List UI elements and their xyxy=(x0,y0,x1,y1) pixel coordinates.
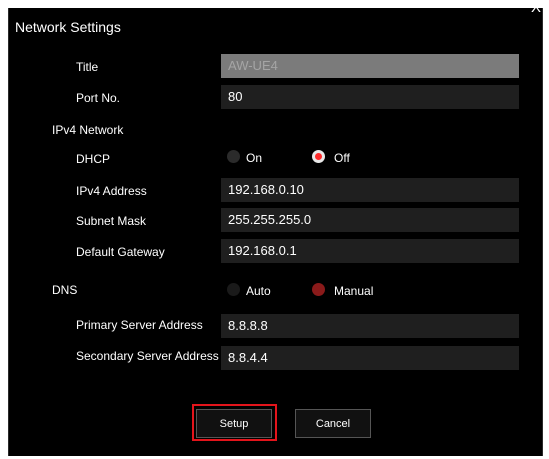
secondary-server-field[interactable]: 8.8.4.4 xyxy=(221,346,519,370)
dhcp-off-label: Off xyxy=(334,151,350,165)
dialog-title: Network Settings xyxy=(15,19,121,35)
setup-button[interactable]: Setup xyxy=(196,409,272,438)
dns-auto-label: Auto xyxy=(246,284,271,298)
dhcp-on-label: On xyxy=(246,151,263,165)
dns-manual-label: Manual xyxy=(334,284,374,298)
cancel-button[interactable]: Cancel xyxy=(295,409,371,438)
ipv4-address-field[interactable]: 192.168.0.10 xyxy=(221,178,519,202)
dns-auto-radio[interactable] xyxy=(227,283,240,296)
primary-server-field[interactable]: 8.8.8.8 xyxy=(221,314,519,338)
primary-server-label: Primary Server Address xyxy=(76,318,203,332)
port-label: Port No. xyxy=(76,91,121,105)
close-icon[interactable]: X xyxy=(529,0,543,17)
port-field[interactable]: 80 xyxy=(221,85,519,109)
ipv4-address-label: IPv4 Address xyxy=(76,184,147,198)
subnet-mask-label: Subnet Mask xyxy=(76,214,147,228)
dhcp-label: DHCP xyxy=(76,152,111,166)
secondary-server-label: Secondary Server Address xyxy=(76,349,219,363)
network-settings-dialog: X Network Settings Title AW-UE4 Port No.… xyxy=(8,0,543,456)
title-field: AW-UE4 xyxy=(221,54,519,78)
default-gateway-field[interactable]: 192.168.0.1 xyxy=(221,239,519,263)
ipv4-section-label: IPv4 Network xyxy=(52,123,124,137)
default-gateway-label: Default Gateway xyxy=(76,245,165,259)
dhcp-on-radio[interactable] xyxy=(227,150,240,163)
dns-manual-radio[interactable] xyxy=(312,283,325,296)
dns-section-label: DNS xyxy=(52,283,78,297)
dhcp-off-radio[interactable] xyxy=(312,150,325,163)
subnet-mask-field[interactable]: 255.255.255.0 xyxy=(221,208,519,232)
title-label: Title xyxy=(76,60,99,74)
